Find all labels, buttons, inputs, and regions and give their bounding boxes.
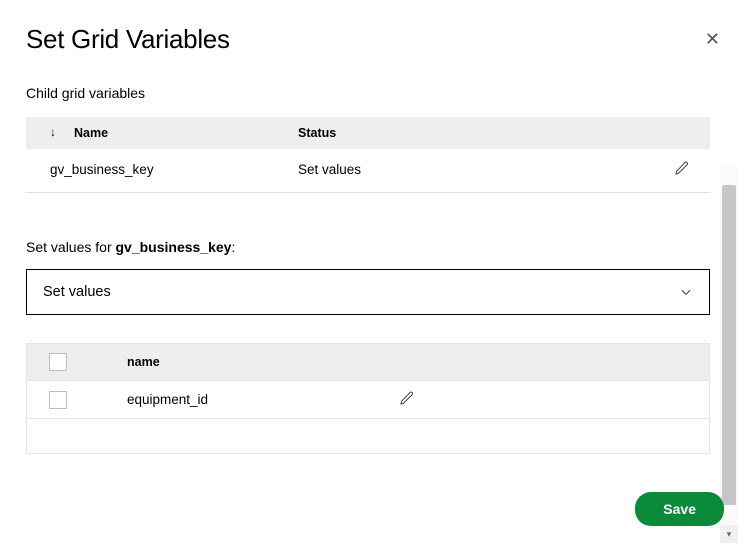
column-header-name[interactable]: ↓ Name (26, 117, 276, 149)
cell-variable-name: gv_business_key (26, 149, 276, 193)
dialog-header: Set Grid Variables ✕ (26, 24, 724, 55)
set-grid-variables-dialog: Set Grid Variables ✕ Child grid variable… (0, 0, 750, 544)
scroll-down-button[interactable]: ▾ (720, 525, 738, 543)
set-values-suffix: : (231, 239, 235, 255)
column-header-name-label: name (127, 355, 160, 369)
scrollbar-thumb[interactable] (722, 185, 736, 505)
column-header-spacer (77, 344, 117, 381)
section-child-grid-vars-label: Child grid variables (26, 85, 710, 101)
set-values-heading: Set values for gv_business_key: (26, 239, 710, 255)
values-table: name equipment_id (26, 343, 710, 454)
column-header-name[interactable]: name (117, 344, 389, 381)
column-header-actions (650, 117, 710, 149)
set-values-prefix: Set values for (26, 239, 116, 255)
dialog-footer: Save (635, 492, 724, 526)
dialog-body: Child grid variables ↓ Name Status gv_bu… (26, 85, 724, 454)
dialog-title: Set Grid Variables (26, 24, 230, 55)
set-values-mode-dropdown[interactable]: Set values (26, 269, 710, 315)
table-row[interactable]: equipment_id (27, 381, 709, 419)
table-row-empty (27, 419, 709, 453)
edit-icon[interactable] (399, 390, 415, 406)
row-checkbox[interactable] (49, 391, 67, 409)
select-all-checkbox[interactable] (49, 353, 67, 371)
column-header-actions (389, 344, 709, 381)
edit-icon[interactable] (674, 160, 690, 176)
row-checkbox-cell (27, 381, 77, 419)
column-header-name-label: Name (74, 126, 108, 140)
save-button[interactable]: Save (635, 492, 724, 526)
sort-descending-icon: ↓ (50, 125, 56, 139)
cell-value-name: equipment_id (117, 381, 389, 419)
row-spacer (77, 381, 117, 419)
chevron-down-icon (679, 285, 693, 299)
column-header-status-label: Status (298, 126, 336, 140)
child-grid-variables-table: ↓ Name Status gv_business_key Set values (26, 117, 710, 193)
cell-variable-status: Set values (276, 149, 650, 193)
set-values-variable: gv_business_key (116, 239, 232, 255)
table-row[interactable]: gv_business_key Set values (26, 149, 710, 193)
column-header-status[interactable]: Status (276, 117, 650, 149)
close-icon[interactable]: ✕ (701, 30, 724, 48)
dropdown-selected-value: Set values (43, 284, 111, 300)
column-header-select-all (27, 344, 77, 381)
